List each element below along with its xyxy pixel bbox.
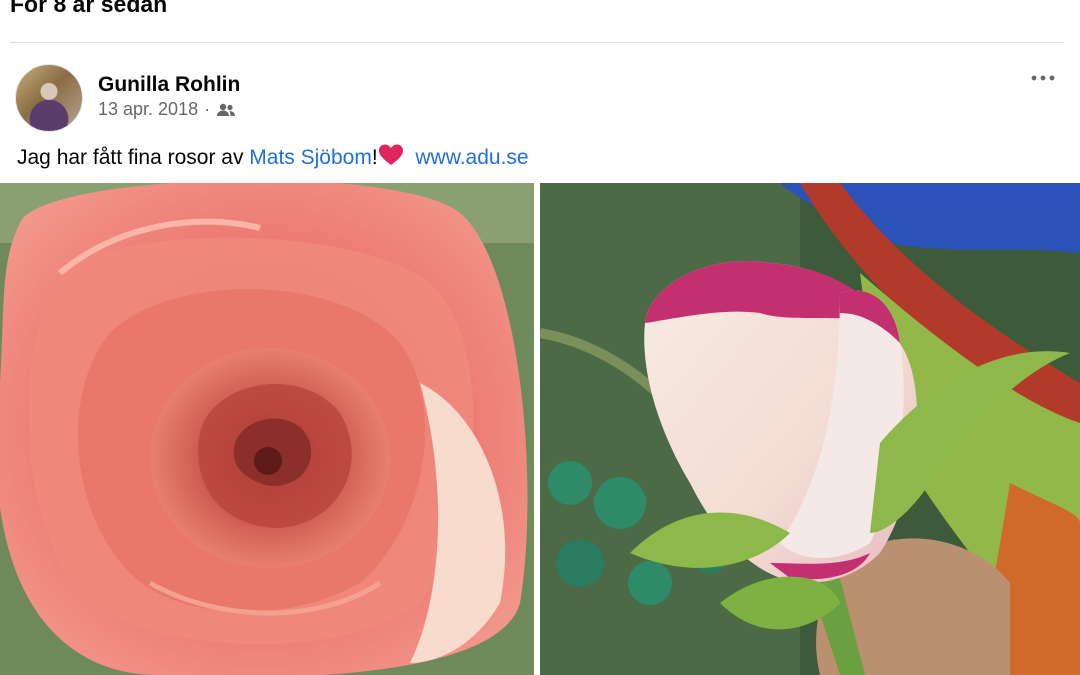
post-meta: 13 apr. 2018 · xyxy=(98,99,236,120)
mention-link[interactable]: Mats Sjöbom xyxy=(249,146,372,169)
post-date[interactable]: 13 apr. 2018 xyxy=(98,99,198,120)
red-heart-icon xyxy=(378,143,404,167)
post-text-body: Jag har fått fina rosor av xyxy=(17,146,250,169)
rose-bloom-photo[interactable] xyxy=(0,183,534,675)
divider xyxy=(10,42,1064,43)
post-text: Jag har fått fina rosor av Mats Sjöbom! … xyxy=(17,143,529,170)
meta-separator: · xyxy=(204,99,211,119)
memory-title: För 8 år sedan xyxy=(10,0,168,17)
author-name[interactable]: Gunilla Rohlin xyxy=(98,73,240,97)
website-link[interactable]: www.adu.se xyxy=(415,146,528,169)
rosebud-photo[interactable] xyxy=(540,183,1080,675)
author-avatar[interactable] xyxy=(15,64,83,132)
more-options-icon[interactable] xyxy=(1028,66,1058,90)
friends-icon xyxy=(216,102,236,118)
